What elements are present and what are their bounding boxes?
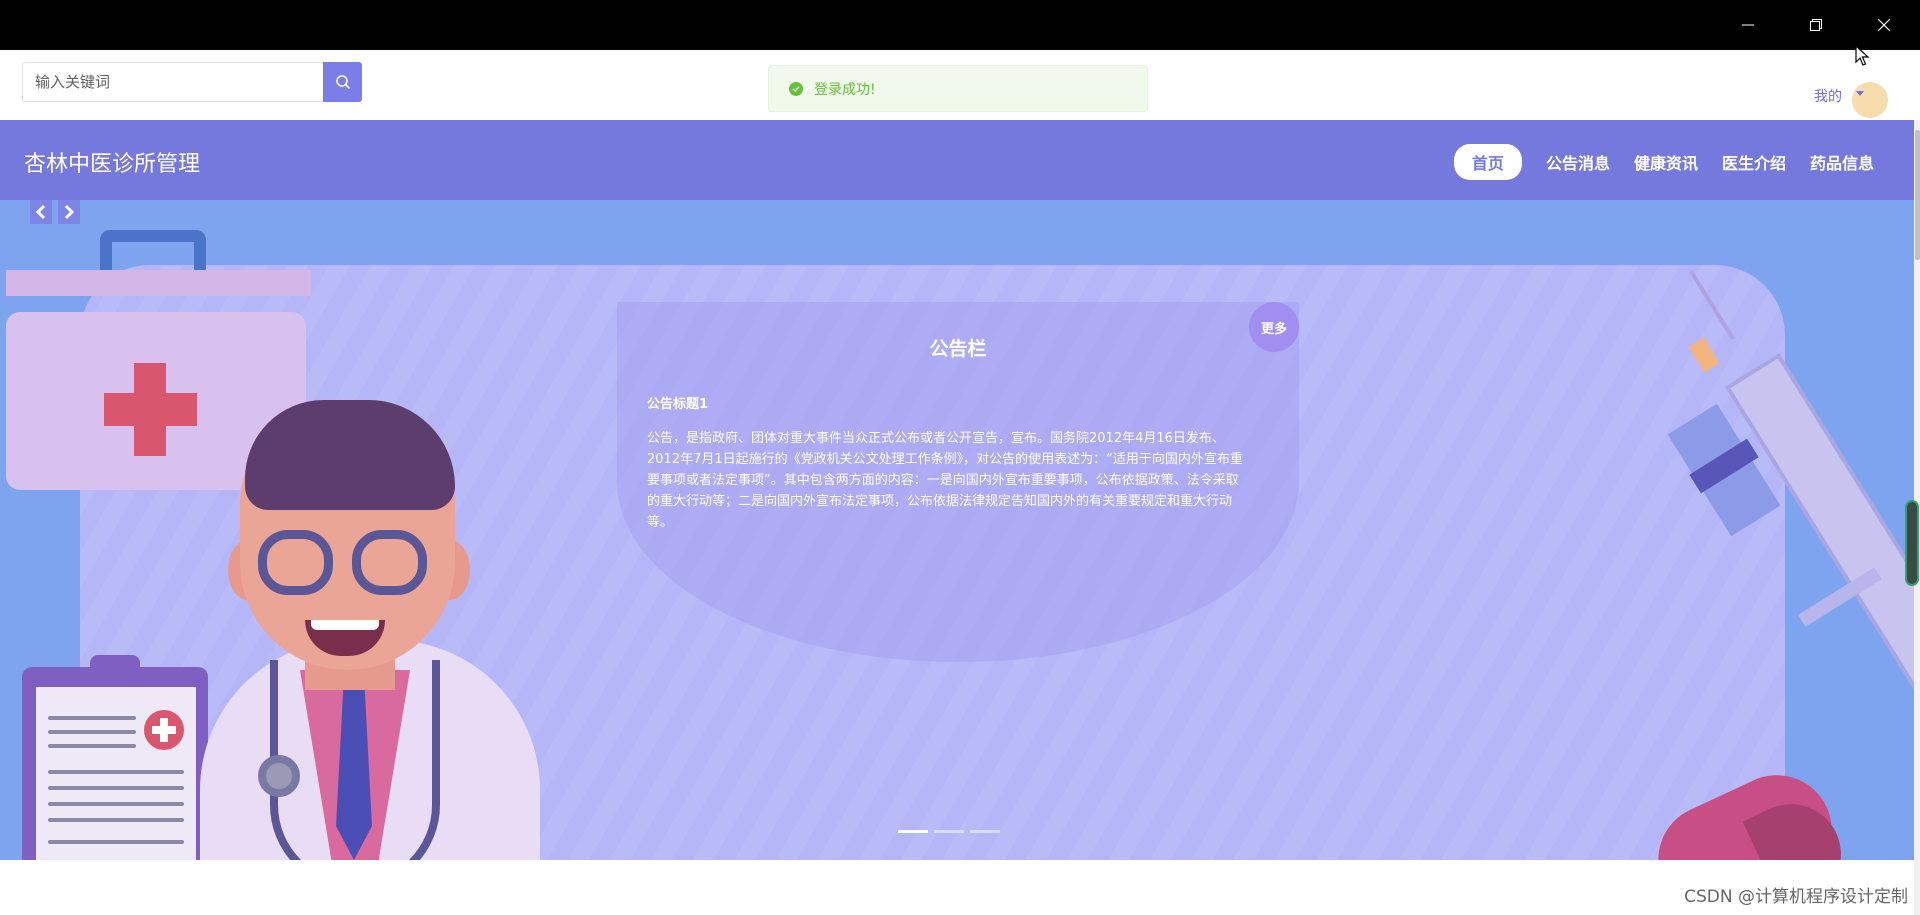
notice-heading[interactable]: 公告标题1 xyxy=(647,393,708,412)
site-title: 杏林中医诊所管理 xyxy=(24,152,201,177)
clipboard-line xyxy=(48,744,136,748)
nav-health-news[interactable]: 健康资讯 xyxy=(1634,144,1698,180)
mouse-cursor-icon xyxy=(1855,45,1870,66)
search-box xyxy=(22,62,362,102)
chevron-left-icon xyxy=(35,204,46,220)
clipboard-line xyxy=(48,786,184,790)
clipboard-line xyxy=(48,730,136,734)
main-nav: 首页 公告消息 健康资讯 医生介绍 药品信息 xyxy=(1430,144,1874,180)
stethoscope-icon xyxy=(270,660,440,860)
search-icon xyxy=(335,75,350,90)
medical-cross-icon xyxy=(144,710,184,750)
window-titlebar xyxy=(0,0,1920,50)
notice-board: 公告栏 更多 公告标题1 公告，是指政府、团体对重大事件当众正式公布或者公开宣告… xyxy=(617,302,1299,662)
nav-announcements[interactable]: 公告消息 xyxy=(1546,144,1610,180)
nav-doctors[interactable]: 医生介绍 xyxy=(1722,144,1786,180)
red-cross-bar xyxy=(104,393,197,426)
hero-carousel: 公告栏 更多 公告标题1 公告，是指政府、团体对重大事件当众正式公布或者公开宣告… xyxy=(0,200,1914,860)
clipboard-line xyxy=(48,818,184,822)
user-menu-label: 我的 xyxy=(1814,89,1842,105)
floating-side-widget[interactable] xyxy=(1905,500,1919,586)
carousel-dot[interactable] xyxy=(970,830,1000,833)
search-input[interactable] xyxy=(22,62,323,102)
caret-down-icon[interactable] xyxy=(1852,82,1888,118)
search-button[interactable] xyxy=(323,62,362,102)
main-navbar: 杏林中医诊所管理 首页 公告消息 健康资讯 医生介绍 药品信息 xyxy=(0,120,1914,200)
chevron-right-icon xyxy=(64,204,75,220)
carousel-prev-button[interactable] xyxy=(30,200,52,224)
carousel-next-button[interactable] xyxy=(58,200,80,224)
toast-message: 登录成功! xyxy=(814,81,876,98)
notice-body: 公告，是指政府、团体对重大事件当众正式公布或者公开宣告，宣布。国务院2012年4… xyxy=(647,431,1243,530)
glasses-icon xyxy=(258,530,333,595)
carousel-dot[interactable] xyxy=(898,830,928,833)
top-bar: 登录成功! 我的 xyxy=(0,50,1914,120)
clipboard-line xyxy=(48,716,136,720)
clipboard-line xyxy=(48,770,184,774)
nav-medicines[interactable]: 药品信息 xyxy=(1810,144,1874,180)
carousel-dot[interactable] xyxy=(934,830,964,833)
close-icon[interactable] xyxy=(1850,0,1918,50)
clipboard-line xyxy=(48,802,184,806)
nav-home[interactable]: 首页 xyxy=(1453,144,1522,180)
shelf xyxy=(6,270,311,296)
check-circle-icon xyxy=(789,81,803,96)
glasses-lens xyxy=(352,530,427,595)
minimize-icon[interactable] xyxy=(1714,0,1782,50)
success-toast: 登录成功! xyxy=(768,65,1148,112)
scrollbar-thumb[interactable] xyxy=(1915,130,1920,260)
stethoscope-bell xyxy=(258,755,300,797)
watermark: CSDN @计算机程序设计定制 xyxy=(1684,887,1908,907)
carousel-indicators xyxy=(898,830,1006,833)
notice-board-title: 公告栏 xyxy=(929,338,987,360)
restore-icon[interactable] xyxy=(1782,0,1850,50)
user-menu[interactable]: 我的 xyxy=(1814,74,1888,118)
more-button[interactable]: 更多 xyxy=(1249,302,1299,352)
clipboard-line xyxy=(48,840,184,844)
